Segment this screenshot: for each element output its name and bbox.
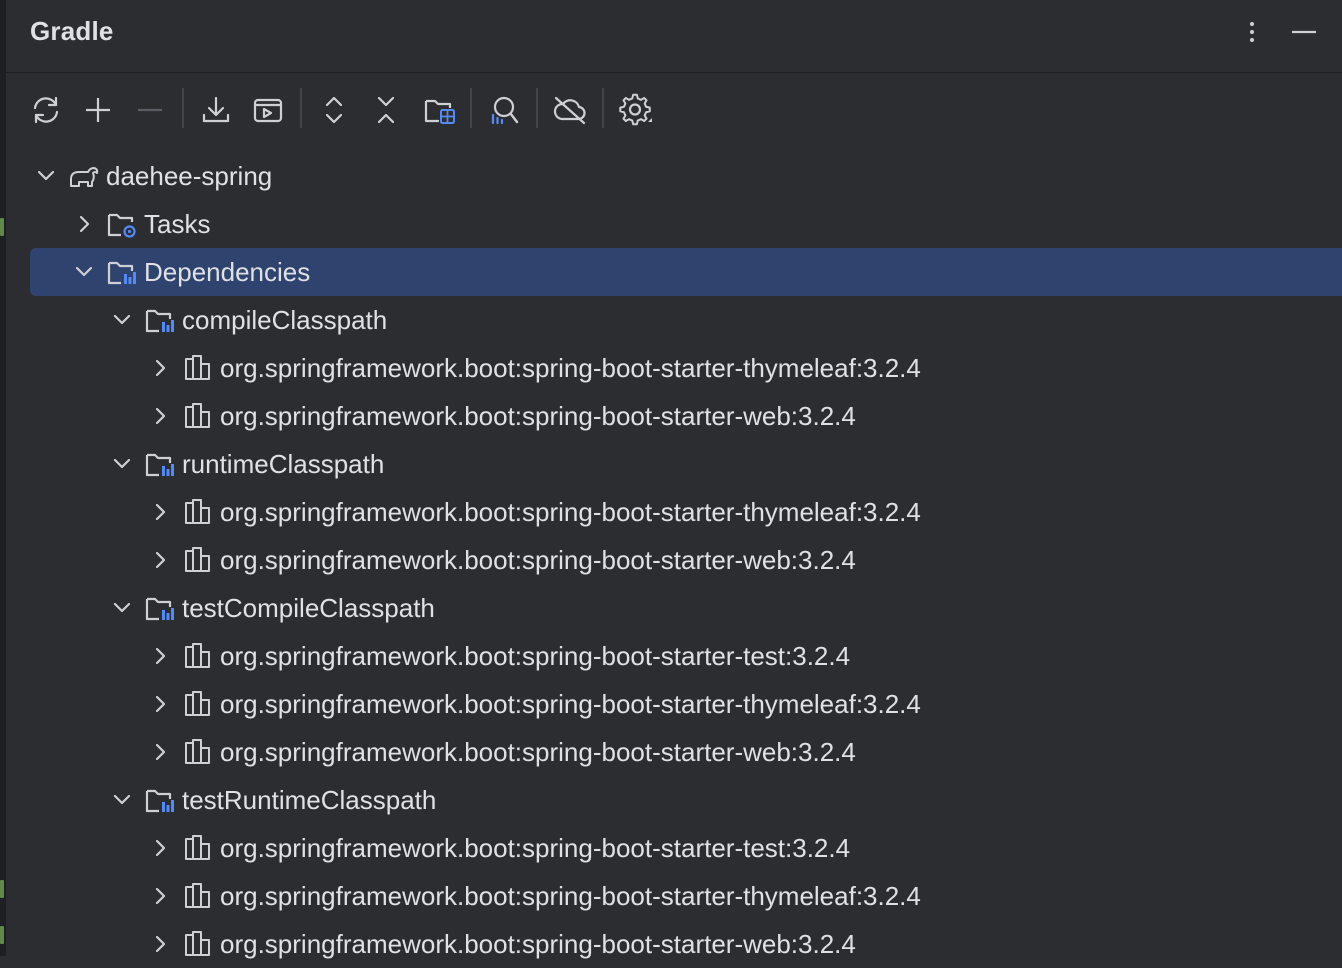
dependency-node-label: org.springframework.boot:spring-boot-sta… (220, 832, 851, 863)
dependency-node[interactable]: org.springframework.boot:spring-boot-sta… (146, 392, 1316, 440)
chevron-right-icon[interactable] (146, 354, 174, 382)
configuration-node[interactable]: compileClasspath (108, 296, 1316, 344)
dependencies-node[interactable]: Dependencies (30, 248, 1342, 296)
download-sources-icon[interactable] (196, 90, 236, 130)
library-icon (182, 352, 214, 384)
library-icon (182, 640, 214, 672)
gradle-project-icon (68, 160, 100, 192)
dependencies-node-label: Dependencies (144, 256, 311, 287)
chevron-right-icon[interactable] (146, 402, 174, 430)
dependencies-folder-icon (144, 304, 176, 336)
tasks-node-label: Tasks (144, 208, 211, 239)
chevron-right-icon[interactable] (146, 546, 174, 574)
chevron-right-icon[interactable] (70, 210, 98, 238)
library-icon (182, 880, 214, 912)
analyze-dependencies-icon[interactable] (484, 90, 524, 130)
change-marker (0, 218, 4, 236)
chevron-right-icon[interactable] (146, 690, 174, 718)
chevron-down-icon[interactable] (32, 162, 60, 190)
configuration-node-label: compileClasspath (182, 304, 388, 335)
dependency-node-label: org.springframework.boot:spring-boot-sta… (220, 544, 856, 575)
project-node-label: daehee-spring (106, 160, 273, 191)
dependency-node-label: org.springframework.boot:spring-boot-sta… (220, 688, 921, 719)
dependency-node[interactable]: org.springframework.boot:spring-boot-sta… (146, 488, 1316, 536)
library-icon (182, 736, 214, 768)
dependency-node-label: org.springframework.boot:spring-boot-sta… (220, 400, 856, 431)
toolbar-separator (602, 88, 604, 128)
offline-mode-icon[interactable] (550, 90, 590, 130)
library-icon (182, 544, 214, 576)
configuration-node-label: testCompileClasspath (182, 592, 435, 623)
configuration-node[interactable]: runtimeClasspath (108, 440, 1316, 488)
dependency-node-label: org.springframework.boot:spring-boot-sta… (220, 928, 856, 959)
configuration-node[interactable]: testCompileClasspath (108, 584, 1316, 632)
configuration-node-label: testRuntimeClasspath (182, 784, 437, 815)
change-marker (0, 926, 4, 944)
reload-icon[interactable] (26, 90, 66, 130)
expand-all-icon[interactable] (314, 90, 354, 130)
execute-task-icon[interactable] (248, 90, 288, 130)
gradle-tool-window: Gradle daehee-spring Tasks Dependencies … (6, 0, 1342, 959)
more-vertical-icon[interactable] (1236, 16, 1268, 48)
chevron-right-icon[interactable] (146, 834, 174, 862)
toolbar-separator (182, 88, 184, 128)
configuration-node-label: runtimeClasspath (182, 448, 385, 479)
dependency-node-label: org.springframework.boot:spring-boot-sta… (220, 496, 921, 527)
dependency-node-label: org.springframework.boot:spring-boot-sta… (220, 880, 921, 911)
dependencies-folder-icon (106, 256, 138, 288)
chevron-right-icon[interactable] (146, 882, 174, 910)
dependency-node-label: org.springframework.boot:spring-boot-sta… (220, 640, 851, 671)
chevron-right-icon[interactable] (146, 642, 174, 670)
tasks-node[interactable]: Tasks (70, 200, 1316, 248)
chevron-right-icon[interactable] (146, 498, 174, 526)
project-node[interactable]: daehee-spring (32, 152, 1316, 200)
configuration-node[interactable]: testRuntimeClasspath (108, 776, 1316, 824)
tool-window-header: Gradle (6, 0, 1342, 73)
chevron-down-icon[interactable] (108, 786, 136, 814)
dependencies-folder-icon (144, 592, 176, 624)
collapse-all-icon[interactable] (366, 90, 406, 130)
toolbar-separator (300, 88, 302, 128)
dependency-node[interactable]: org.springframework.boot:spring-boot-sta… (146, 824, 1316, 872)
library-icon (182, 496, 214, 528)
group-modules-icon[interactable] (420, 90, 460, 130)
toolbar-separator (470, 88, 472, 128)
library-icon (182, 688, 214, 720)
chevron-down-icon[interactable] (108, 594, 136, 622)
tasks-folder-icon (106, 208, 138, 240)
library-icon (182, 832, 214, 864)
dependency-node[interactable]: org.springframework.boot:spring-boot-sta… (146, 632, 1316, 680)
dependency-node[interactable]: org.springframework.boot:spring-boot-sta… (146, 872, 1316, 920)
dependency-node[interactable]: org.springframework.boot:spring-boot-sta… (146, 728, 1316, 776)
gradle-toolbar (6, 74, 1342, 144)
change-marker (0, 880, 4, 898)
library-icon (182, 400, 214, 432)
dependencies-folder-icon (144, 784, 176, 816)
dependencies-folder-icon (144, 448, 176, 480)
chevron-down-icon[interactable] (108, 450, 136, 478)
dependency-node[interactable]: org.springframework.boot:spring-boot-sta… (146, 680, 1316, 728)
chevron-right-icon[interactable] (146, 930, 174, 958)
dependency-node[interactable]: org.springframework.boot:spring-boot-sta… (146, 920, 1316, 968)
tool-window-title: Gradle (30, 16, 114, 46)
add-icon[interactable] (78, 90, 118, 130)
dependency-node-label: org.springframework.boot:spring-boot-sta… (220, 736, 856, 767)
dependency-node[interactable]: org.springframework.boot:spring-boot-sta… (146, 344, 1316, 392)
settings-icon[interactable] (616, 90, 656, 130)
dependency-node[interactable]: org.springframework.boot:spring-boot-sta… (146, 536, 1316, 584)
chevron-down-icon[interactable] (108, 306, 136, 334)
remove-icon[interactable] (130, 90, 170, 130)
chevron-down-icon[interactable] (70, 258, 98, 286)
toolbar-separator (536, 88, 538, 128)
library-icon (182, 928, 214, 960)
dependency-node-label: org.springframework.boot:spring-boot-sta… (220, 352, 921, 383)
chevron-right-icon[interactable] (146, 738, 174, 766)
minimize-icon[interactable] (1288, 16, 1320, 48)
